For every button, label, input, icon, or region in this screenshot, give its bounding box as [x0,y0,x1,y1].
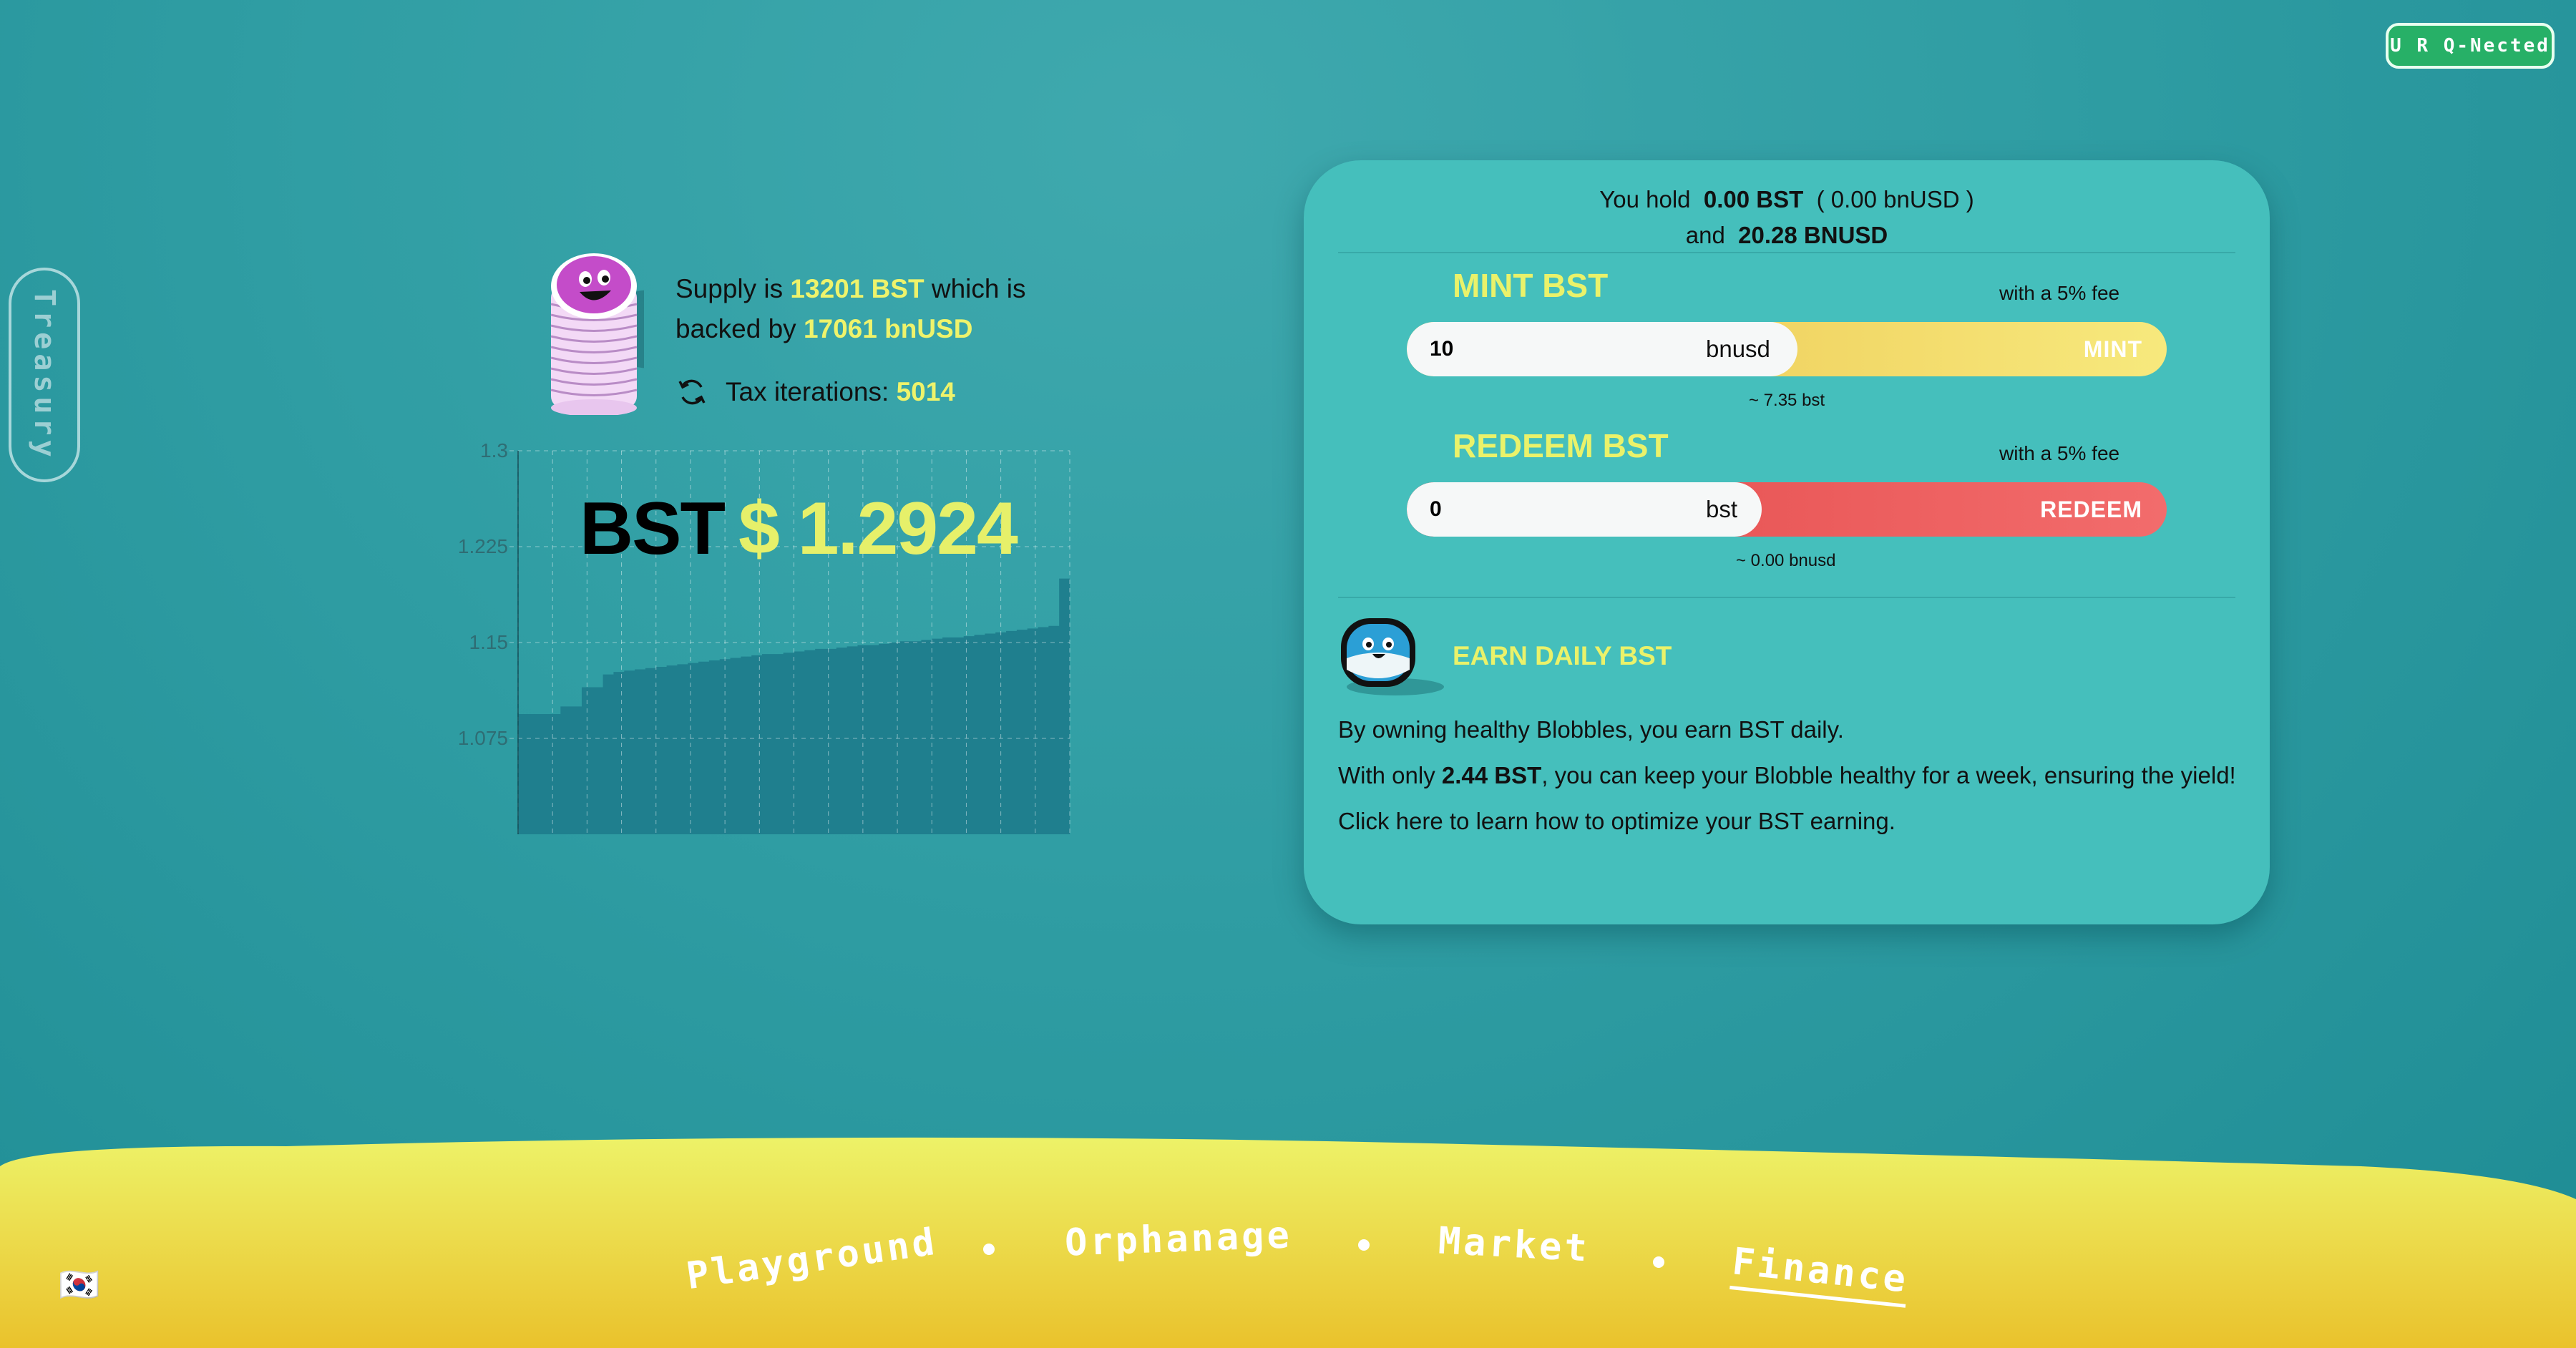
redeem-button[interactable]: REDEEM [2040,482,2142,537]
holdings: You hold 0.00 BST ( 0.00 bnUSD ) and 20.… [1304,182,2270,253]
y-tick-label: 1.3 [480,439,508,461]
treasury-label: Treasury [28,288,61,461]
supply-mid: which is [931,274,1026,303]
supply-prefix: Supply is [675,274,784,303]
y-tick-label: 1.15 [469,631,509,653]
supply-info: Supply is 13201 BST which is backed by 1… [675,269,1076,349]
redeem-unit: bst [1706,496,1738,522]
divider [1338,597,2235,598]
price-display: BST $ 1.2924 [580,487,1018,572]
earn-line-2-suffix: , you can keep your Blobble healthy for … [1541,762,2236,788]
mint-estimate: ~ 7.35 bst [1749,391,1825,410]
mint-amount-input[interactable] [1428,336,1617,362]
redeem-fee: with a 5% fee [1999,442,2120,464]
earn-title: EARN DAILY BST [1453,641,1672,670]
y-tick-label: 1.225 [458,535,508,557]
earn-line-2: With only 2.44 BST, you can keep your Bl… [1338,753,2254,798]
earn-line-2-value: 2.44 BST [1441,762,1542,788]
finance-card: You hold 0.00 BST ( 0.00 bnUSD ) and 20.… [1304,160,2270,924]
divider [1338,252,2235,253]
nav-separator [1653,1256,1664,1268]
mint-bar: bnusd MINT [1407,322,2167,376]
tax-iterations: Tax iterations: 5014 [675,372,955,412]
y-tick-label: 1.075 [458,727,508,749]
redeem-amount-input[interactable] [1428,497,1617,522]
nav-separator [983,1244,995,1255]
coin-stack-icon [550,253,644,415]
nav-separator [1358,1239,1370,1251]
mint-field: bnusd [1407,322,1797,376]
mint-unit: bnusd [1706,336,1770,362]
supply-value: 13201 BST [790,274,924,303]
tax-label: Tax iterations: [726,377,889,406]
hold-bnusd: 20.28 BNUSD [1738,222,1888,248]
hold-usd: ( 0.00 bnUSD ) [1816,186,1974,213]
price-value: $ 1.2924 [738,487,1018,570]
wallet-connected-button[interactable]: U R Q-Nected [2386,23,2555,69]
mint-fee: with a 5% fee [1999,282,2120,304]
nav-market[interactable]: Market [1438,1219,1591,1270]
mint-title: MINT BST [1453,267,1609,304]
mint-button[interactable]: MINT [2084,322,2142,376]
and-label: and [1685,222,1725,248]
hold-bst: 0.00 BST [1703,186,1804,213]
backed-value: 17061 bnUSD [803,314,973,343]
earn-description: By owning healthy Blobbles, you earn BST… [1338,707,2254,844]
earn-line-2-prefix: With only [1338,762,1435,788]
redeem-estimate: ~ 0.00 bnusd [1736,551,1836,570]
refresh-icon[interactable] [675,376,708,409]
blobble-icon [1341,618,1444,695]
earn-line-1: By owning healthy Blobbles, you earn BST… [1338,716,1844,743]
earn-learn-link[interactable]: Click here to learn how to optimize your… [1338,798,2254,844]
nav-orphanage[interactable]: Orphanage [1064,1213,1293,1264]
language-flag-icon[interactable]: 🇰🇷 [59,1265,99,1304]
backed-prefix: backed by [675,314,796,343]
redeem-title: REDEEM BST [1453,427,1669,464]
tax-value: 5014 [896,377,955,406]
treasury-tab[interactable]: Treasury [9,268,80,482]
price-symbol: BST [580,487,726,570]
hold-prefix: You hold [1599,186,1691,213]
redeem-bar: bst REDEEM [1407,482,2167,537]
redeem-field: bst [1407,482,1762,537]
